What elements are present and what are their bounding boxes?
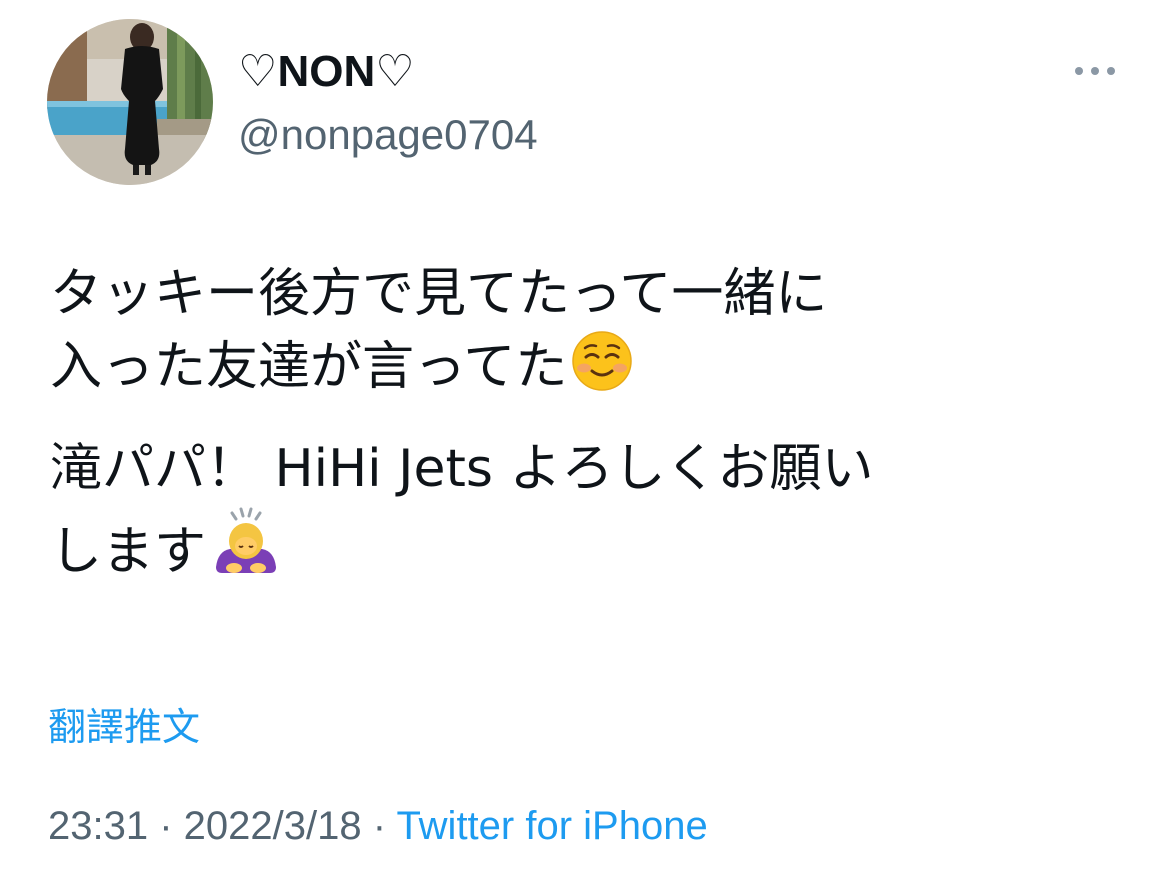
tweet-paragraph: タッキー後方で見てたって一緒に 入った友達が言ってた [50, 258, 1130, 411]
user-handle[interactable]: @nonpage0704 [238, 107, 538, 163]
more-options-button[interactable] [1070, 56, 1120, 86]
tweet-paragraph: 滝パパ！ HiHi Jets よろしくお願い します [50, 433, 1130, 596]
tweet-metadata: 23:31 · 2022/3/18 · Twitter for iPhone [48, 800, 708, 852]
meta-separator: · [148, 804, 184, 848]
more-horizontal-icon [1075, 67, 1115, 75]
avatar-photo [47, 19, 213, 185]
tweet-paragraph-text: タッキー後方で見てたって一緒に 入った友達が言ってた [50, 264, 828, 397]
tweet-date[interactable]: 2022/3/18 [184, 804, 362, 848]
tweet-time[interactable]: 23:31 [48, 804, 148, 848]
person-bowing-icon [210, 505, 282, 596]
avatar[interactable] [47, 19, 213, 185]
meta-separator: · [361, 804, 397, 848]
tweet-text: タッキー後方で見てたって一緒に 入った友達が言ってた 滝パパ！ HiHi Jet… [50, 258, 1130, 618]
display-name[interactable]: ♡NON♡ [238, 44, 415, 100]
tweet-paragraph-text: 滝パパ！ HiHi Jets よろしくお願い します [50, 439, 874, 582]
smiling-face-icon [571, 330, 633, 411]
tweet-source-link[interactable]: Twitter for iPhone [396, 804, 707, 848]
translate-tweet-link[interactable]: 翻譯推文 [48, 704, 200, 752]
